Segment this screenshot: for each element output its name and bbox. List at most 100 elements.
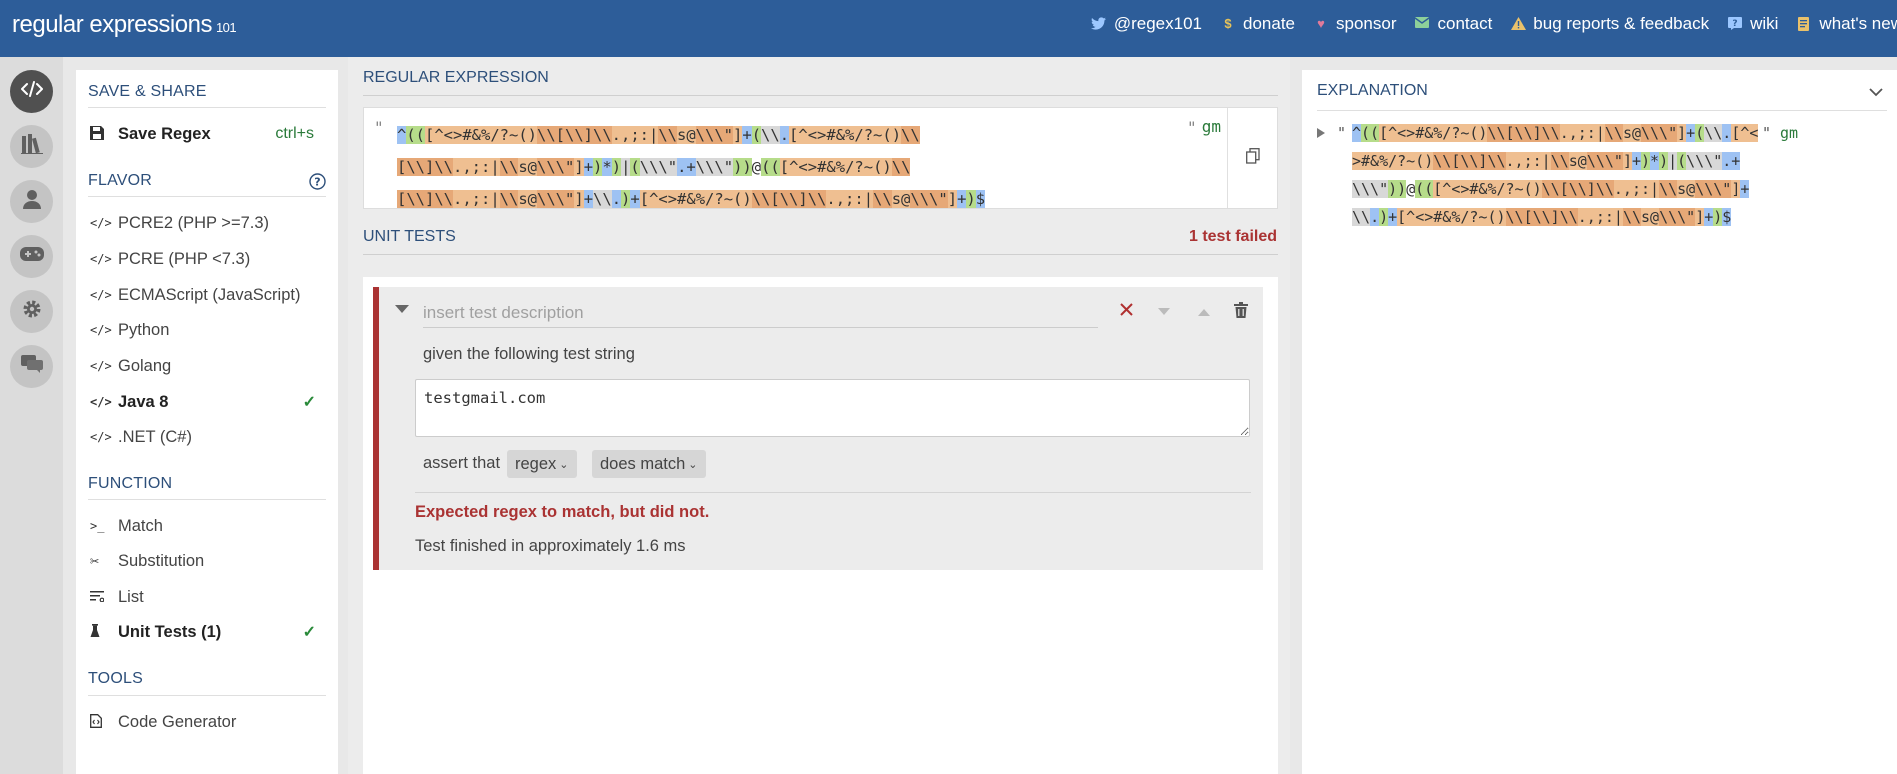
nav-donate-link[interactable]: $ donate [1220, 14, 1295, 34]
rail-account-button[interactable] [10, 180, 53, 223]
save-icon [88, 125, 118, 143]
help-circle-icon[interactable]: ? [309, 173, 326, 195]
explanation-line: \\\"))@(([^<>#&%/?~()\\[\\]\\.,;:|\\s@\\… [1352, 180, 1750, 198]
code-icon: </> [90, 395, 112, 409]
file-code-icon [88, 713, 118, 731]
nav-contact-link[interactable]: contact [1414, 14, 1492, 34]
sidebar: SAVE & SHARE Save Regex ctrl+s FLAVOR ? … [76, 70, 338, 774]
save-regex-button[interactable]: Save Regex ctrl+s [88, 122, 326, 146]
assert-condition-value: does match [600, 454, 686, 473]
delete-test-button[interactable] [1228, 299, 1254, 325]
explanation-title: EXPLANATION [1317, 82, 1428, 99]
rail-quiz-button[interactable] [10, 235, 53, 278]
collapse-caret-icon[interactable] [395, 305, 409, 313]
tools-title: TOOLS [88, 670, 143, 687]
flavor-java8[interactable]: </> Java 8 ✓ [88, 390, 326, 414]
test-description-input[interactable] [423, 298, 1098, 328]
logo-text: regular expressions [12, 11, 212, 38]
top-bar: regular expressions 101 @regex101 $ donate… [0, 0, 1897, 57]
move-up-button[interactable] [1191, 299, 1217, 325]
flavor-python[interactable]: </> Python [88, 318, 326, 342]
function-match[interactable]: >_ Match [88, 514, 326, 538]
logo-version: 101 [215, 20, 237, 35]
test-string-input[interactable]: testgmail.com [415, 379, 1250, 437]
flavor-title: FLAVOR [88, 172, 153, 189]
function-label: Substitution [118, 551, 205, 570]
flavor-pcre2[interactable]: </> PCRE2 (PHP >=7.3) [88, 211, 326, 235]
function-substitution[interactable]: ✂ Substitution [88, 549, 326, 573]
scissors-icon: ✂ [90, 552, 100, 570]
app-logo[interactable]: regular expressions 101 [12, 11, 237, 39]
failed-count: 1 test failed [1188, 228, 1277, 245]
code-icon: </> [90, 216, 112, 230]
copy-icon [1245, 147, 1260, 169]
flavor-label: ECMAScript (JavaScript) [118, 285, 301, 304]
heart-icon: ♥ [1317, 16, 1325, 31]
nav-twitter-label: @regex101 [1113, 14, 1202, 33]
function-label: List [118, 587, 144, 606]
regex-editor[interactable]: " ^(([^<>#&%/?~()\\[\\]\\.,;:|\\s@\\\"]+… [363, 107, 1278, 209]
expand-caret-icon[interactable] [1317, 125, 1325, 143]
code-icon: </> [90, 323, 112, 337]
test-error-message: Expected regex to match, but did not. [415, 503, 710, 521]
flavor-pcre[interactable]: </> PCRE (PHP <7.3) [88, 247, 326, 271]
check-icon: ✓ [302, 624, 316, 641]
document-icon [1796, 17, 1812, 31]
assert-condition-select[interactable]: does match ⌄ [592, 450, 706, 478]
explanation-line: ^(([^<>#&%/?~()\\[\\]\\.,;:|\\s@\\\"]+(\… [1352, 124, 1759, 142]
nav-twitter-link[interactable]: @regex101 [1091, 14, 1202, 34]
nav-donate-label: donate [1243, 14, 1295, 33]
rail-editor-button[interactable] [10, 70, 53, 113]
flavor-ecmascript[interactable]: </> ECMAScript (JavaScript) [88, 283, 326, 307]
gamepad-icon [19, 246, 44, 267]
chevron-up-icon [1198, 303, 1210, 321]
nav-whats-new-link[interactable]: what's new [1796, 14, 1897, 34]
flavor-golang[interactable]: </> Golang [88, 354, 326, 378]
explanation-line: >#&%/?~()\\[\\]\\.,;:|\\s@\\\"]+)*)|(\\\… [1352, 152, 1741, 170]
nav-contact-label: contact [1437, 14, 1493, 33]
rail-library-button[interactable] [10, 125, 53, 168]
regex-flags[interactable]: gm [1202, 117, 1221, 136]
move-down-button[interactable] [1151, 299, 1177, 325]
icon-rail [0, 57, 63, 774]
regex-open-quote: " [374, 118, 384, 137]
rail-settings-button[interactable] [10, 290, 53, 333]
flavor-label: Golang [118, 356, 172, 375]
nav-sponsor-label: sponsor [1336, 14, 1397, 33]
regex-line: [\\]\\.,;:|\\s@\\\"]+)*)|(\\\".+\\\"))@(… [397, 158, 911, 176]
mail-icon [1414, 17, 1430, 31]
copy-regex-button[interactable] [1227, 108, 1277, 208]
unit-tests-title: UNIT TESTS [363, 228, 456, 245]
function-list[interactable]: List [88, 585, 326, 609]
explanation-flags: gm [1780, 124, 1799, 142]
collapse-chevron-icon[interactable] [1869, 84, 1883, 102]
function-unit-tests[interactable]: Unit Tests (1) ✓ [88, 620, 326, 644]
divider [363, 95, 1278, 96]
settings-icon [22, 299, 42, 324]
flavor-label: .NET (C#) [118, 427, 192, 446]
flask-icon [88, 623, 118, 641]
flavor-dotnet[interactable]: </> .NET (C#) [88, 425, 326, 449]
nav-bug-reports-link[interactable]: bug reports & feedback [1510, 14, 1709, 34]
flavor-label: Java 8 [118, 392, 169, 411]
divider [88, 499, 326, 500]
main-panel: REGULAR EXPRESSION " ^(([^<>#&%/?~()\\[\… [348, 57, 1290, 774]
regex-input[interactable]: ^(([^<>#&%/?~()\\[\\]\\.,;:|\\s@\\\"]+(\… [397, 119, 986, 215]
rail-chat-button[interactable] [10, 345, 53, 388]
twitter-icon [1091, 17, 1107, 31]
regex-line: [\\]\\.,;:|\\s@\\\"]+\\.)+[^<>#&%/?~()\\… [397, 190, 986, 208]
nav-wiki-label: wiki [1750, 14, 1779, 33]
code-icon: </> [90, 252, 112, 266]
assert-subject-value: regex [515, 454, 557, 473]
delete-test-x-button[interactable] [1113, 299, 1139, 325]
nav-sponsor-link[interactable]: ♥ sponsor [1313, 14, 1396, 34]
save-regex-label: Save Regex [118, 124, 211, 143]
nav-wiki-link[interactable]: ? wiki [1727, 14, 1778, 34]
terminal-icon: >_ [90, 519, 105, 533]
nav-whats-new-label: what's new [1819, 14, 1897, 33]
code-generator-button[interactable]: Code Generator [88, 710, 326, 734]
regex-close-quote: " [1187, 118, 1197, 137]
assert-subject-select[interactable]: regex ⌄ [507, 450, 577, 478]
divider [88, 196, 326, 197]
flavor-label: PCRE2 (PHP >=7.3) [118, 213, 270, 232]
